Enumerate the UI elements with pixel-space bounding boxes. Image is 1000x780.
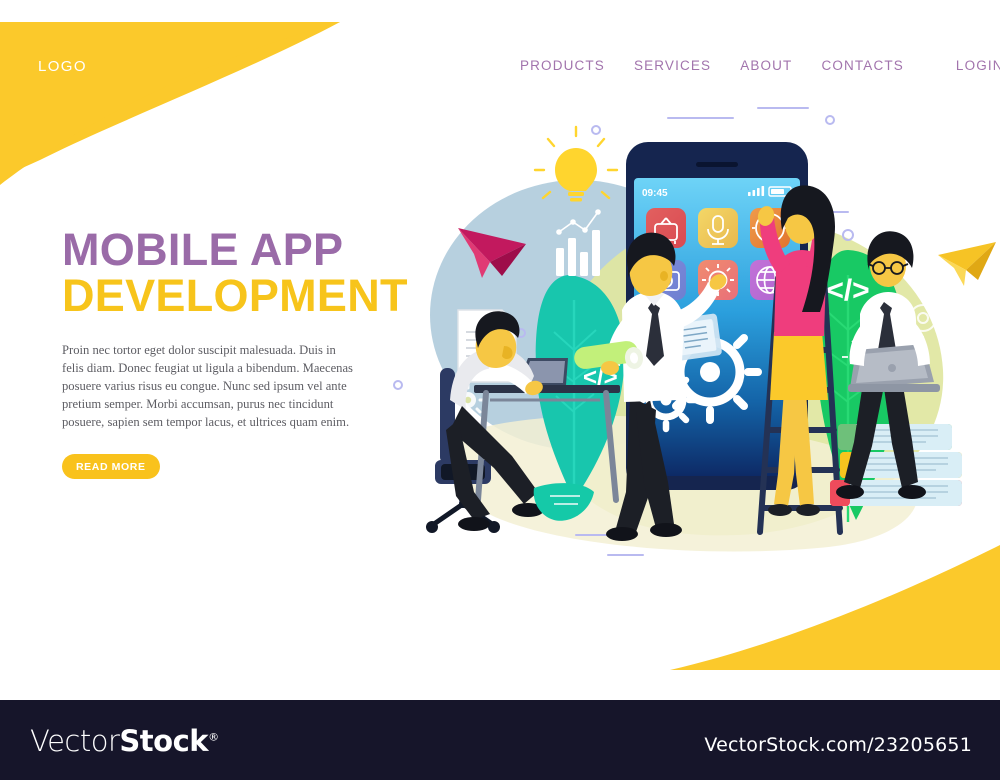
phone-speaker: [696, 162, 738, 167]
vs-logo-thin: Vector: [30, 724, 120, 758]
nav-item-services[interactable]: SERVICES: [634, 58, 711, 73]
nav-item-login[interactable]: LOGIN: [956, 58, 1000, 73]
site-logo[interactable]: LOGO: [38, 58, 87, 75]
developer-shoe-2: [458, 517, 490, 531]
heading-line-2: DEVELOPMENT: [62, 270, 408, 322]
code-brackets-icon: </>: [826, 274, 869, 307]
top-left-yellow-shape: [0, 22, 340, 178]
registered-mark: ®: [208, 730, 219, 744]
read-more-button[interactable]: READ MORE: [62, 453, 160, 479]
hero-paragraph: Proin nec tortor eget dolor suscipit mal…: [62, 343, 353, 429]
hero-section: MOBILE APP DEVELOPMENT Proin nec tortor …: [62, 224, 408, 479]
nav-item-about[interactable]: ABOUT: [740, 58, 792, 73]
nav-item-products[interactable]: PRODUCTS: [520, 58, 605, 73]
paper-plane-yellow-icon: [938, 242, 996, 286]
app-icon-microphone[interactable]: [698, 208, 738, 248]
books-dev-shoe-1: [836, 485, 864, 499]
manager-shoe-1: [606, 527, 638, 541]
page-title: MOBILE APP DEVELOPMENT: [62, 224, 408, 322]
hero-illustration: </> </> 09:45: [393, 107, 996, 556]
vectorstock-footer: VectorStock® VectorStock.com/23205651: [0, 700, 1000, 780]
main-navigation: PRODUCTS SERVICES ABOUT CONTACTS LOGIN: [520, 58, 1000, 73]
woman-skirt: [770, 332, 828, 400]
books-dev-head: [867, 231, 914, 287]
woman-shoe-1: [768, 504, 792, 516]
manager-shoe-2: [650, 523, 682, 537]
books-dev-shoe-2: [898, 485, 926, 499]
heading-line-1: MOBILE APP: [62, 224, 344, 275]
vectorstock-logo: VectorStock®: [30, 724, 219, 758]
woman-shoe-2: [796, 504, 820, 516]
nav-item-contacts[interactable]: CONTACTS: [821, 58, 903, 73]
phone-status-time: 09:45: [642, 188, 668, 199]
landing-page-canvas: LOGO PRODUCTS SERVICES ABOUT CONTACTS LO…: [0, 0, 1000, 780]
vectorstock-url: VectorStock.com/23205651: [704, 734, 972, 756]
vs-logo-bold: Stock: [119, 724, 209, 758]
manager-hand-lower: [601, 361, 619, 375]
